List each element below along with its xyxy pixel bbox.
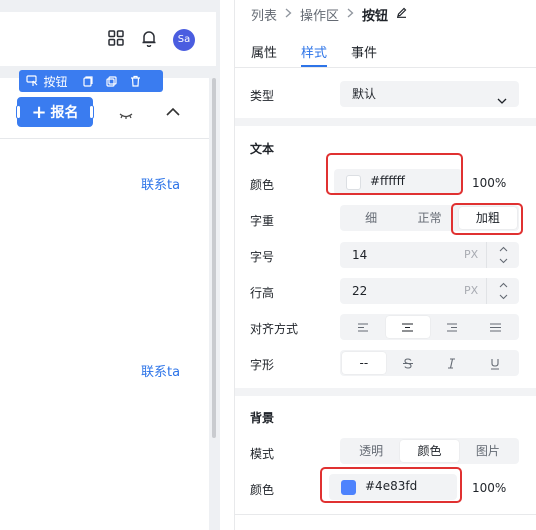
highlight-box: [451, 203, 523, 235]
type-label: 类型: [250, 89, 275, 103]
chevron-right-icon: [347, 7, 354, 22]
edit-icon[interactable]: [396, 7, 407, 22]
resize-handle-right[interactable]: [89, 105, 94, 119]
plus-icon: +: [31, 101, 47, 123]
bg-mode-label: 模式: [250, 447, 275, 461]
tab-events[interactable]: 事件: [351, 42, 377, 68]
section-divider: [235, 118, 536, 126]
bg-mode-image[interactable]: 图片: [459, 440, 517, 462]
line-height-unit: PX: [464, 284, 479, 297]
highlight-box: [326, 153, 463, 195]
align-left-icon[interactable]: [342, 316, 386, 338]
line-height-value: 22: [352, 284, 368, 298]
align-right-icon[interactable]: [430, 316, 474, 338]
avatar[interactable]: Sa: [173, 29, 195, 51]
bg-mode-color[interactable]: 颜色: [400, 440, 459, 462]
bell-icon[interactable]: [141, 30, 159, 48]
type-select[interactable]: 默认: [340, 81, 519, 107]
canvas-scrollbar[interactable]: [212, 78, 216, 438]
bg-opacity[interactable]: 100%: [472, 481, 506, 495]
highlight-box: [320, 467, 462, 503]
panel-tabs: 属性 样式 事件: [251, 42, 377, 68]
weight-normal[interactable]: 正常: [400, 207, 458, 229]
chevron-down-icon: [497, 89, 507, 104]
copy-icon[interactable]: [75, 70, 99, 92]
toolbar-label: 按钮: [43, 74, 68, 89]
contact-link[interactable]: 联系ta: [141, 361, 180, 380]
weight-thin[interactable]: 细: [342, 207, 400, 229]
grid-icon[interactable]: [108, 30, 126, 48]
font-size-input[interactable]: 14 PX: [340, 242, 519, 268]
canvas-area: Sa 按钮 + 报名 联系ta 联系ta: [0, 0, 220, 530]
divider: [235, 514, 536, 515]
font-size-stepper: [486, 242, 519, 268]
cursor-icon: [26, 75, 38, 86]
delete-icon[interactable]: [123, 70, 147, 92]
align-justify-icon[interactable]: [473, 316, 517, 338]
line-height-stepper: [486, 278, 519, 304]
font-size-value: 14: [352, 248, 368, 262]
text-align-segmented: [340, 314, 519, 340]
duplicate-icon[interactable]: [99, 70, 123, 92]
section-divider: [235, 388, 536, 396]
component-toolbar: 按钮: [19, 70, 163, 92]
font-size-label: 字号: [250, 250, 275, 264]
stepper-up-icon[interactable]: [499, 282, 508, 288]
stepper-down-icon[interactable]: [499, 294, 508, 300]
chevron-up-icon[interactable]: [164, 104, 182, 118]
weight-label: 字重: [250, 214, 275, 228]
eye-closed-icon[interactable]: [118, 106, 134, 119]
breadcrumb-item[interactable]: 操作区: [300, 5, 339, 24]
font-style-segmented: --: [340, 350, 519, 376]
stepper-up-icon[interactable]: [499, 246, 508, 252]
breadcrumb-item[interactable]: 列表: [251, 5, 277, 24]
select-component-button[interactable]: 按钮: [19, 70, 75, 92]
strikethrough-icon[interactable]: [386, 352, 430, 374]
canvas-stage: [0, 78, 209, 530]
breadcrumb: 列表 操作区 按钮: [251, 5, 407, 24]
style-panel: 列表 操作区 按钮 属性 样式 事件 类型 默认 文本 颜色 #ffffff 1…: [234, 0, 536, 530]
type-value: 默认: [352, 87, 377, 101]
italic-icon[interactable]: [430, 352, 474, 374]
divider: [235, 67, 536, 68]
divider: [0, 138, 209, 139]
bg-mode-segmented: 透明 颜色 图片: [340, 438, 519, 464]
text-section-title: 文本: [250, 142, 275, 156]
signup-button-label: 报名: [50, 105, 79, 121]
tab-style[interactable]: 样式: [301, 42, 328, 68]
font-style-label: 字形: [250, 358, 275, 372]
tab-properties[interactable]: 属性: [251, 42, 277, 68]
font-size-unit: PX: [464, 248, 479, 261]
style-none-option[interactable]: --: [342, 352, 386, 374]
text-opacity[interactable]: 100%: [472, 176, 506, 190]
line-height-label: 行高: [250, 286, 275, 300]
text-color-label: 颜色: [250, 178, 275, 192]
underline-icon[interactable]: [473, 352, 517, 374]
bg-section-title: 背景: [250, 411, 275, 425]
breadcrumb-current: 按钮: [362, 9, 389, 24]
stepper-down-icon[interactable]: [499, 258, 508, 264]
chevron-right-icon: [285, 7, 292, 22]
bg-color-label: 颜色: [250, 483, 275, 497]
line-height-input[interactable]: 22 PX: [340, 278, 519, 304]
align-label: 对齐方式: [250, 322, 299, 336]
resize-handle-left[interactable]: [16, 105, 21, 119]
align-center-icon[interactable]: [385, 316, 430, 338]
bg-mode-transparent[interactable]: 透明: [342, 440, 400, 462]
contact-link[interactable]: 联系ta: [141, 174, 180, 193]
selected-signup-button[interactable]: + 报名: [16, 97, 94, 127]
